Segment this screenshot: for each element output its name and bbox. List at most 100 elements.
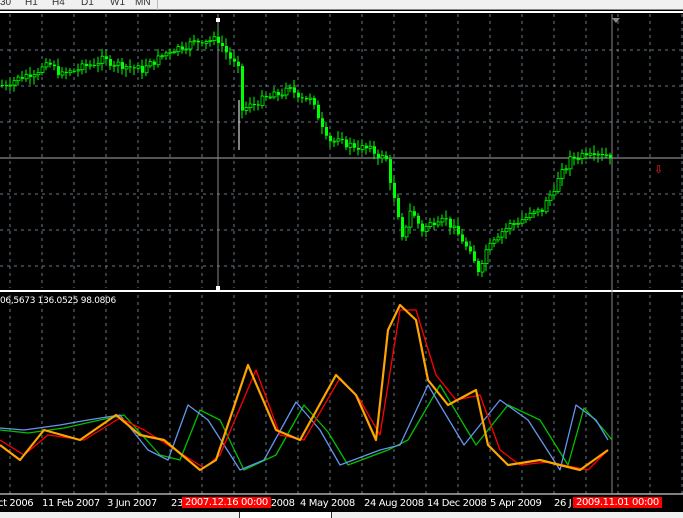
candle <box>445 218 448 220</box>
candle <box>393 182 396 198</box>
candle <box>121 62 124 69</box>
candle <box>473 251 476 262</box>
candle <box>24 74 29 80</box>
candle <box>181 46 184 50</box>
candle <box>73 70 76 72</box>
candle <box>500 231 505 238</box>
candle <box>197 40 200 43</box>
candle <box>49 62 52 65</box>
candle <box>325 126 328 136</box>
candle <box>297 92 300 98</box>
candle <box>552 190 557 196</box>
candle <box>16 76 21 82</box>
candle <box>556 177 561 192</box>
candle <box>237 61 240 67</box>
candle <box>461 234 464 242</box>
candle <box>452 225 457 229</box>
candle <box>265 96 268 98</box>
time-label: 11 Feb 2007 <box>42 498 100 509</box>
candle <box>492 239 497 244</box>
candle <box>172 51 177 54</box>
candle <box>588 152 593 156</box>
candle <box>357 147 360 150</box>
candle <box>424 226 429 232</box>
candle <box>44 62 49 68</box>
candle <box>380 155 385 159</box>
candle <box>365 145 368 149</box>
candle <box>272 91 277 98</box>
candle <box>516 222 521 225</box>
candle <box>449 218 452 228</box>
candle <box>421 223 424 232</box>
candle <box>604 154 609 157</box>
candle <box>313 98 316 105</box>
candle <box>520 219 525 224</box>
candle <box>141 65 144 73</box>
candle <box>233 58 236 62</box>
candle <box>301 97 304 99</box>
candle <box>176 46 181 53</box>
candle <box>433 222 436 225</box>
candle <box>100 55 105 64</box>
candle <box>336 138 341 142</box>
candle <box>268 96 273 99</box>
candle <box>257 104 260 106</box>
time-label: ct 2006 <box>0 498 34 509</box>
candle <box>353 143 356 148</box>
time-label: 14 Dec 2008 <box>427 498 487 509</box>
candle <box>124 66 129 70</box>
candle <box>541 209 544 212</box>
candle <box>116 61 121 66</box>
candle <box>204 41 209 44</box>
time-label: 5 Apr 2009 <box>490 498 542 509</box>
candle <box>40 66 45 73</box>
candle <box>321 118 324 127</box>
candle <box>457 226 460 235</box>
candle <box>164 52 169 57</box>
candle <box>21 77 24 79</box>
candle <box>417 215 420 224</box>
indicator-line-red <box>0 309 609 471</box>
candle <box>293 87 296 93</box>
shift-marker-icon <box>612 18 620 23</box>
horizontal-scrollbar[interactable] <box>0 512 683 518</box>
candle <box>53 64 56 67</box>
candle <box>436 221 441 226</box>
candle <box>488 242 493 251</box>
candle <box>32 74 37 78</box>
candle <box>524 217 529 221</box>
candle <box>532 211 537 214</box>
candle <box>76 69 81 72</box>
candle <box>129 66 132 68</box>
time-label: 26 J <box>554 498 572 509</box>
candle <box>93 64 96 66</box>
candle <box>401 217 404 237</box>
candle <box>404 226 409 238</box>
candle <box>385 155 388 160</box>
candle <box>88 64 93 67</box>
indicator-line-orange <box>0 303 609 472</box>
candle <box>57 66 60 76</box>
candle <box>317 104 320 119</box>
candle <box>548 194 553 202</box>
candle <box>573 156 576 159</box>
candle <box>440 217 445 223</box>
candle <box>68 70 73 74</box>
candle <box>284 87 289 96</box>
price-chart[interactable] <box>0 0 683 495</box>
candle <box>133 67 136 69</box>
candle <box>144 65 149 74</box>
candle <box>5 85 8 87</box>
candle <box>332 140 337 143</box>
candle <box>341 138 344 140</box>
candle <box>208 40 213 42</box>
candle <box>168 51 173 54</box>
candle <box>277 92 280 96</box>
candle <box>345 139 348 148</box>
candle <box>212 36 217 41</box>
candle <box>305 97 308 100</box>
scrollbar-thumb[interactable] <box>239 512 332 518</box>
candle <box>389 159 392 183</box>
candle <box>109 59 112 66</box>
candle <box>544 200 549 213</box>
